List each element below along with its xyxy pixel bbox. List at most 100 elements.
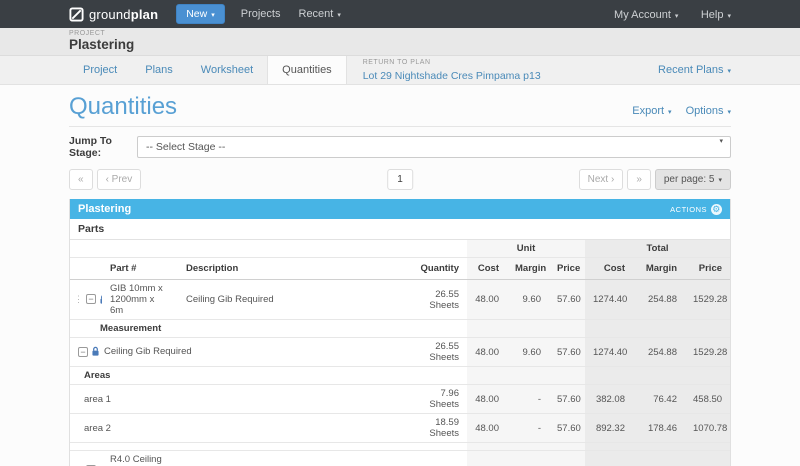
chevron-down-icon: ▾ (675, 13, 679, 20)
col-header-quantity: Quantity (330, 258, 467, 280)
cell-quantity: 7.96Sheets (330, 385, 467, 414)
options-dropdown[interactable]: Options▾ (686, 105, 731, 117)
cell-total-price: 1070.78 (685, 414, 730, 443)
brand-name: groundplan (89, 7, 158, 22)
chevron-down-icon: ▾ (211, 12, 215, 19)
col-header-total-cost: Cost (585, 258, 633, 280)
page-last-button[interactable]: » (627, 169, 651, 190)
page-prev-button[interactable]: ‹ Prev (97, 169, 142, 190)
panel-title: Plastering (78, 203, 131, 215)
section-unit-fill (467, 320, 585, 338)
cell-total-cost: 892.32 (585, 414, 633, 443)
cell-unit-margin: 9.60 (507, 338, 549, 367)
tab-band: Project Plans Worksheet Quantities RETUR… (0, 56, 800, 85)
plastering-panel: Plastering ACTIONS ⚙ Parts Unit Total Pa… (69, 199, 731, 466)
col-header-unit-cost: Cost (467, 258, 507, 280)
cell-unit-price: 57.60 (549, 280, 585, 320)
chevron-down-icon: ▾ (718, 177, 722, 184)
section-total-fill (585, 320, 730, 338)
main-content: Quantities Export▾ Options▾ Jump To Stag… (69, 85, 731, 466)
column-header-row: Part # Description Quantity Cost Margin … (70, 258, 730, 280)
cell-measurement-name: −Ceiling Gib Required (70, 338, 330, 367)
cell-total-margin: 254.88 (633, 280, 685, 320)
cell-unit-cost: 48.00 (467, 414, 507, 443)
tab-plans[interactable]: Plans (131, 56, 187, 84)
nav-help[interactable]: Help▾ (701, 9, 731, 21)
return-to-plan-link[interactable]: Lot 29 Nightshade Cres Pimpama p13 (363, 70, 541, 82)
nav-recent[interactable]: Recent▾ (299, 8, 341, 20)
cell-unit-price: 57.20 (549, 451, 585, 466)
cell-part-number: GIB 10mm x1200mm x 6m (102, 280, 178, 320)
cell-total-margin: 106.96 (633, 451, 685, 466)
spacer-total-fill (585, 443, 730, 451)
table-row-area-1: area 1 7.96Sheets 48.00 - 57.60 382.08 7… (70, 385, 730, 414)
spacer-unit-fill (467, 443, 585, 451)
brand-logo[interactable]: groundplan (69, 7, 158, 22)
recent-plans-dropdown[interactable]: Recent Plans▾ (658, 56, 731, 84)
cell-quantity: 20.57 Bags (330, 451, 467, 466)
return-to-plan-block: RETURN TO PLAN Lot 29 Nightshade Cres Pi… (347, 56, 541, 84)
pagination: « ‹ Prev 1 Next › » per page: 5▾ (69, 168, 731, 190)
jump-to-stage-label: Jump To Stage: (69, 135, 137, 159)
gear-icon: ⚙ (711, 204, 722, 215)
group-header-row: Unit Total (70, 240, 730, 258)
page-first-button[interactable]: « (69, 169, 93, 190)
parts-section-label: Parts (70, 219, 730, 240)
cell-total-price: 1529.28 (685, 280, 730, 320)
row-icons: ⋮+ (70, 451, 102, 466)
drag-handle-icon[interactable]: ⋮ (74, 294, 83, 304)
stage-select[interactable]: -- Select Stage -- ▾ (137, 136, 731, 158)
cell-total-price: 1176.60 (685, 451, 730, 466)
page-next-button[interactable]: Next › (579, 169, 624, 190)
col-header-total-price: Price (685, 258, 730, 280)
chevron-down-icon: ▾ (727, 109, 731, 116)
cell-part-number: R4.0 Ceiling 580 W *1160 L (102, 451, 178, 466)
tab-quantities[interactable]: Quantities (267, 56, 347, 84)
chevron-down-icon: ▾ (727, 13, 731, 20)
page-current-button[interactable]: 1 (387, 169, 413, 190)
section-unit-fill (467, 367, 585, 385)
spacer-row (70, 443, 730, 451)
nav-projects[interactable]: Projects (241, 8, 281, 20)
return-to-plan-eyebrow: RETURN TO PLAN (363, 59, 541, 66)
chevron-down-icon: ▾ (337, 12, 341, 19)
col-header-unit-margin: Margin (507, 258, 549, 280)
actions-button[interactable]: ACTIONS ⚙ (670, 204, 722, 215)
chevron-down-icon: ▾ (727, 68, 731, 75)
cell-total-margin: 76.42 (633, 385, 685, 414)
cell-unit-cost: 48.00 (467, 385, 507, 414)
section-label-areas: Areas (70, 367, 467, 385)
tab-worksheet[interactable]: Worksheet (187, 56, 267, 84)
cell-area-name: area 1 (70, 385, 330, 414)
cell-unit-cost: 48.00 (467, 280, 507, 320)
cell-description: Ceiling Gib Required (178, 280, 330, 320)
row-icons: ⋮− (70, 280, 102, 320)
cell-total-margin: 178.46 (633, 414, 685, 443)
section-label-measurement: Measurement (70, 320, 467, 338)
tab-project[interactable]: Project (69, 56, 131, 84)
col-header-icons (70, 258, 102, 280)
col-header-part: Part # (102, 258, 178, 280)
collapse-icon[interactable]: − (86, 294, 96, 304)
collapse-icon[interactable]: − (78, 347, 88, 357)
col-header-description: Description (178, 258, 330, 280)
per-page-dropdown[interactable]: per page: 5▾ (655, 169, 731, 190)
panel-header: Plastering ACTIONS ⚙ (70, 199, 730, 219)
col-header-unit-price: Price (549, 258, 585, 280)
top-navbar: groundplan New▾ Projects Recent▾ My Acco… (0, 0, 800, 28)
chevron-down-icon: ▾ (668, 109, 672, 116)
cell-unit-price: 57.60 (549, 385, 585, 414)
export-dropdown[interactable]: Export▾ (632, 105, 671, 117)
cell-unit-price: 57.60 (549, 338, 585, 367)
section-row-areas: Areas (70, 367, 730, 385)
col-header-total-margin: Margin (633, 258, 685, 280)
groundplan-logo-icon (69, 7, 84, 22)
page-head: Quantities Export▾ Options▾ (69, 85, 731, 127)
cell-total-cost: 1274.40 (585, 280, 633, 320)
table-row-area-2: area 2 18.59Sheets 48.00 - 57.60 892.32 … (70, 414, 730, 443)
cell-total-price: 458.50 (685, 385, 730, 414)
project-band: PROJECT Plastering (0, 28, 800, 56)
nav-my-account[interactable]: My Account▾ (614, 9, 678, 21)
table-row-part-r40: ⋮+ R4.0 Ceiling 580 W *1160 L Ceiling Ba… (70, 451, 730, 466)
new-button[interactable]: New▾ (176, 4, 225, 24)
